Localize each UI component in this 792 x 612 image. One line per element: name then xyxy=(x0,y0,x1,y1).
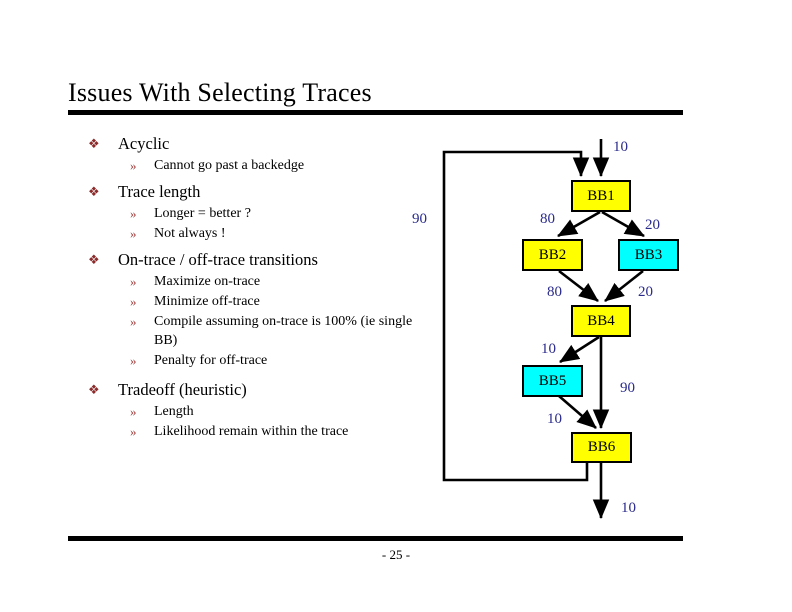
bullet-trace-length: ❖ Trace length xyxy=(86,182,416,202)
bullet-label: Tradeoff (heuristic) xyxy=(118,380,247,399)
edge-weight-bb4-bb6: 90 xyxy=(620,380,635,396)
edge-weight-bb6-exit: 10 xyxy=(621,500,636,516)
page-title: Issues With Selecting Traces xyxy=(68,78,372,107)
sub-bullet-longer-better: » Longer = better ? xyxy=(86,204,416,223)
chevron-bullet-icon: » xyxy=(130,206,137,221)
edge-weight-bb5-bb6: 10 xyxy=(547,411,562,427)
sub-bullet-label: Likelihood remain within the trace xyxy=(154,424,349,439)
edge-weight-entry-bb1: 10 xyxy=(613,139,628,155)
sub-bullet-label: Compile assuming on-trace is 100% (ie si… xyxy=(154,314,413,348)
edge-bb1-bb2 xyxy=(557,210,601,238)
edge-weight-bb2-bb4: 80 xyxy=(547,284,562,300)
chevron-bullet-icon: » xyxy=(130,424,137,439)
chevron-bullet-icon: » xyxy=(130,314,137,329)
bullet-tradeoff-heuristic: ❖ Tradeoff (heuristic) xyxy=(86,380,416,400)
node-bb6[interactable]: BB6 xyxy=(571,432,632,463)
node-bb3[interactable]: BB3 xyxy=(618,239,679,271)
outline-list: ❖ Acyclic » Cannot go past a backedge ❖ … xyxy=(86,134,416,442)
edge-weight-bb1-bb2: 80 xyxy=(540,211,555,227)
edge-bb1-bb3 xyxy=(601,210,645,238)
sub-bullet-maximize-on-trace: » Maximize on-trace xyxy=(86,272,416,291)
edge-bb2-bb4 xyxy=(558,269,599,303)
edge-weight-bb4-bb5: 10 xyxy=(541,341,556,357)
chevron-bullet-icon: » xyxy=(130,226,137,241)
sub-bullet-minimize-off-trace: » Minimize off-trace xyxy=(86,292,416,311)
bullet-label: On-trace / off-trace transitions xyxy=(118,250,318,269)
chevron-bullet-icon: » xyxy=(130,404,137,419)
sub-bullet-label: Cannot go past a backedge xyxy=(154,158,305,173)
sub-bullet-not-always: » Not always ! xyxy=(86,224,416,243)
page-number: - 25 - xyxy=(381,547,411,562)
sub-bullet-cannot-go-past-backedge: » Cannot go past a backedge xyxy=(86,156,416,175)
footer-divider xyxy=(68,536,683,541)
sub-bullet-compile-assuming-on-trace: » Compile assuming on-trace is 100% (ie … xyxy=(86,312,416,350)
sub-bullet-label: Longer = better ? xyxy=(154,206,251,221)
sub-bullet-label: Maximize on-trace xyxy=(154,274,261,289)
node-bb1[interactable]: BB1 xyxy=(571,180,631,212)
diamond-bullet-icon: ❖ xyxy=(88,382,100,397)
sub-bullet-label: Length xyxy=(154,404,194,419)
chevron-bullet-icon: » xyxy=(130,353,137,368)
edge-weight-bb3-bb4: 20 xyxy=(638,284,653,300)
edge-bb5-bb6 xyxy=(558,395,597,429)
bullet-on-off-trace-transitions: ❖ On-trace / off-trace transitions xyxy=(86,250,416,270)
chevron-bullet-icon: » xyxy=(130,274,137,289)
chevron-bullet-icon: » xyxy=(130,158,137,173)
bullet-label: Acyclic xyxy=(118,134,170,153)
sub-bullet-penalty-for-off-trace: » Penalty for off-trace xyxy=(86,351,416,370)
sub-bullet-label: Not always ! xyxy=(154,226,226,241)
sub-bullet-label: Penalty for off-trace xyxy=(154,353,268,368)
sub-bullet-length: » Length xyxy=(86,402,416,421)
diamond-bullet-icon: ❖ xyxy=(88,252,100,267)
node-bb2[interactable]: BB2 xyxy=(522,239,583,271)
sub-bullet-label: Minimize off-trace xyxy=(154,294,260,309)
diamond-bullet-icon: ❖ xyxy=(88,136,100,151)
bullet-acyclic: ❖ Acyclic xyxy=(86,134,416,154)
edge-weight-bb1-bb3: 20 xyxy=(645,217,660,233)
slide-canvas: Issues With Selecting Traces ❖ Acyclic »… xyxy=(0,0,792,612)
node-bb5[interactable]: BB5 xyxy=(522,365,583,397)
title-divider xyxy=(68,110,683,115)
bullet-label: Trace length xyxy=(118,182,201,201)
diamond-bullet-icon: ❖ xyxy=(88,184,100,199)
node-bb4[interactable]: BB4 xyxy=(571,305,631,337)
edge-bb6-bb1-backedge xyxy=(442,150,590,482)
chevron-bullet-icon: » xyxy=(130,294,137,309)
edge-weight-backedge: 90 xyxy=(412,211,427,227)
edge-bb4-bb5 xyxy=(559,335,600,364)
sub-bullet-likelihood-remain-within-trace: » Likelihood remain within the trace xyxy=(86,422,416,441)
